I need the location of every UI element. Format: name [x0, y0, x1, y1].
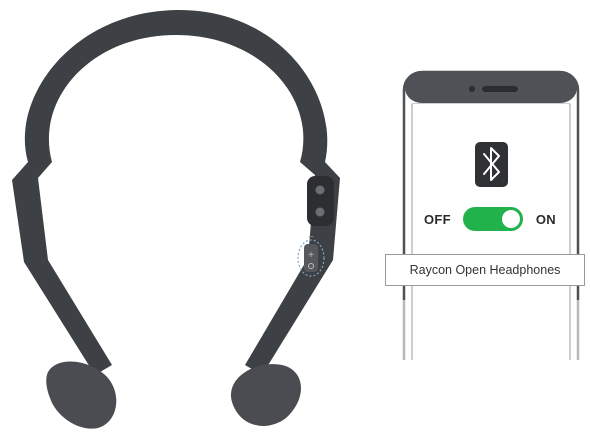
power-button[interactable]	[315, 207, 325, 217]
volume-minus-symbol: −	[308, 232, 314, 243]
toggle-off-label: OFF	[424, 211, 451, 227]
bluetooth-toggle-row: OFF ON	[424, 206, 556, 232]
headphone-band	[12, 9, 340, 376]
camera-icon	[469, 86, 475, 92]
headphone: − +	[12, 9, 340, 429]
control-panel	[307, 176, 334, 226]
product-illustration: − + OFF ON Raycon Open Headphones	[0, 0, 590, 443]
multifunction-button[interactable]	[315, 185, 325, 195]
toggle-knob	[502, 210, 521, 228]
volume-plus-symbol: +	[308, 250, 314, 261]
right-earpad	[230, 364, 301, 426]
toggle-on-label: ON	[535, 211, 556, 227]
paired-device-item[interactable]: Raycon Open Headphones	[385, 254, 585, 286]
bluetooth-badge	[475, 142, 508, 187]
device-name: Raycon Open Headphones	[409, 263, 561, 277]
left-earpad	[46, 361, 117, 429]
speaker-icon	[482, 86, 518, 92]
bluetooth-toggle[interactable]	[463, 207, 524, 231]
